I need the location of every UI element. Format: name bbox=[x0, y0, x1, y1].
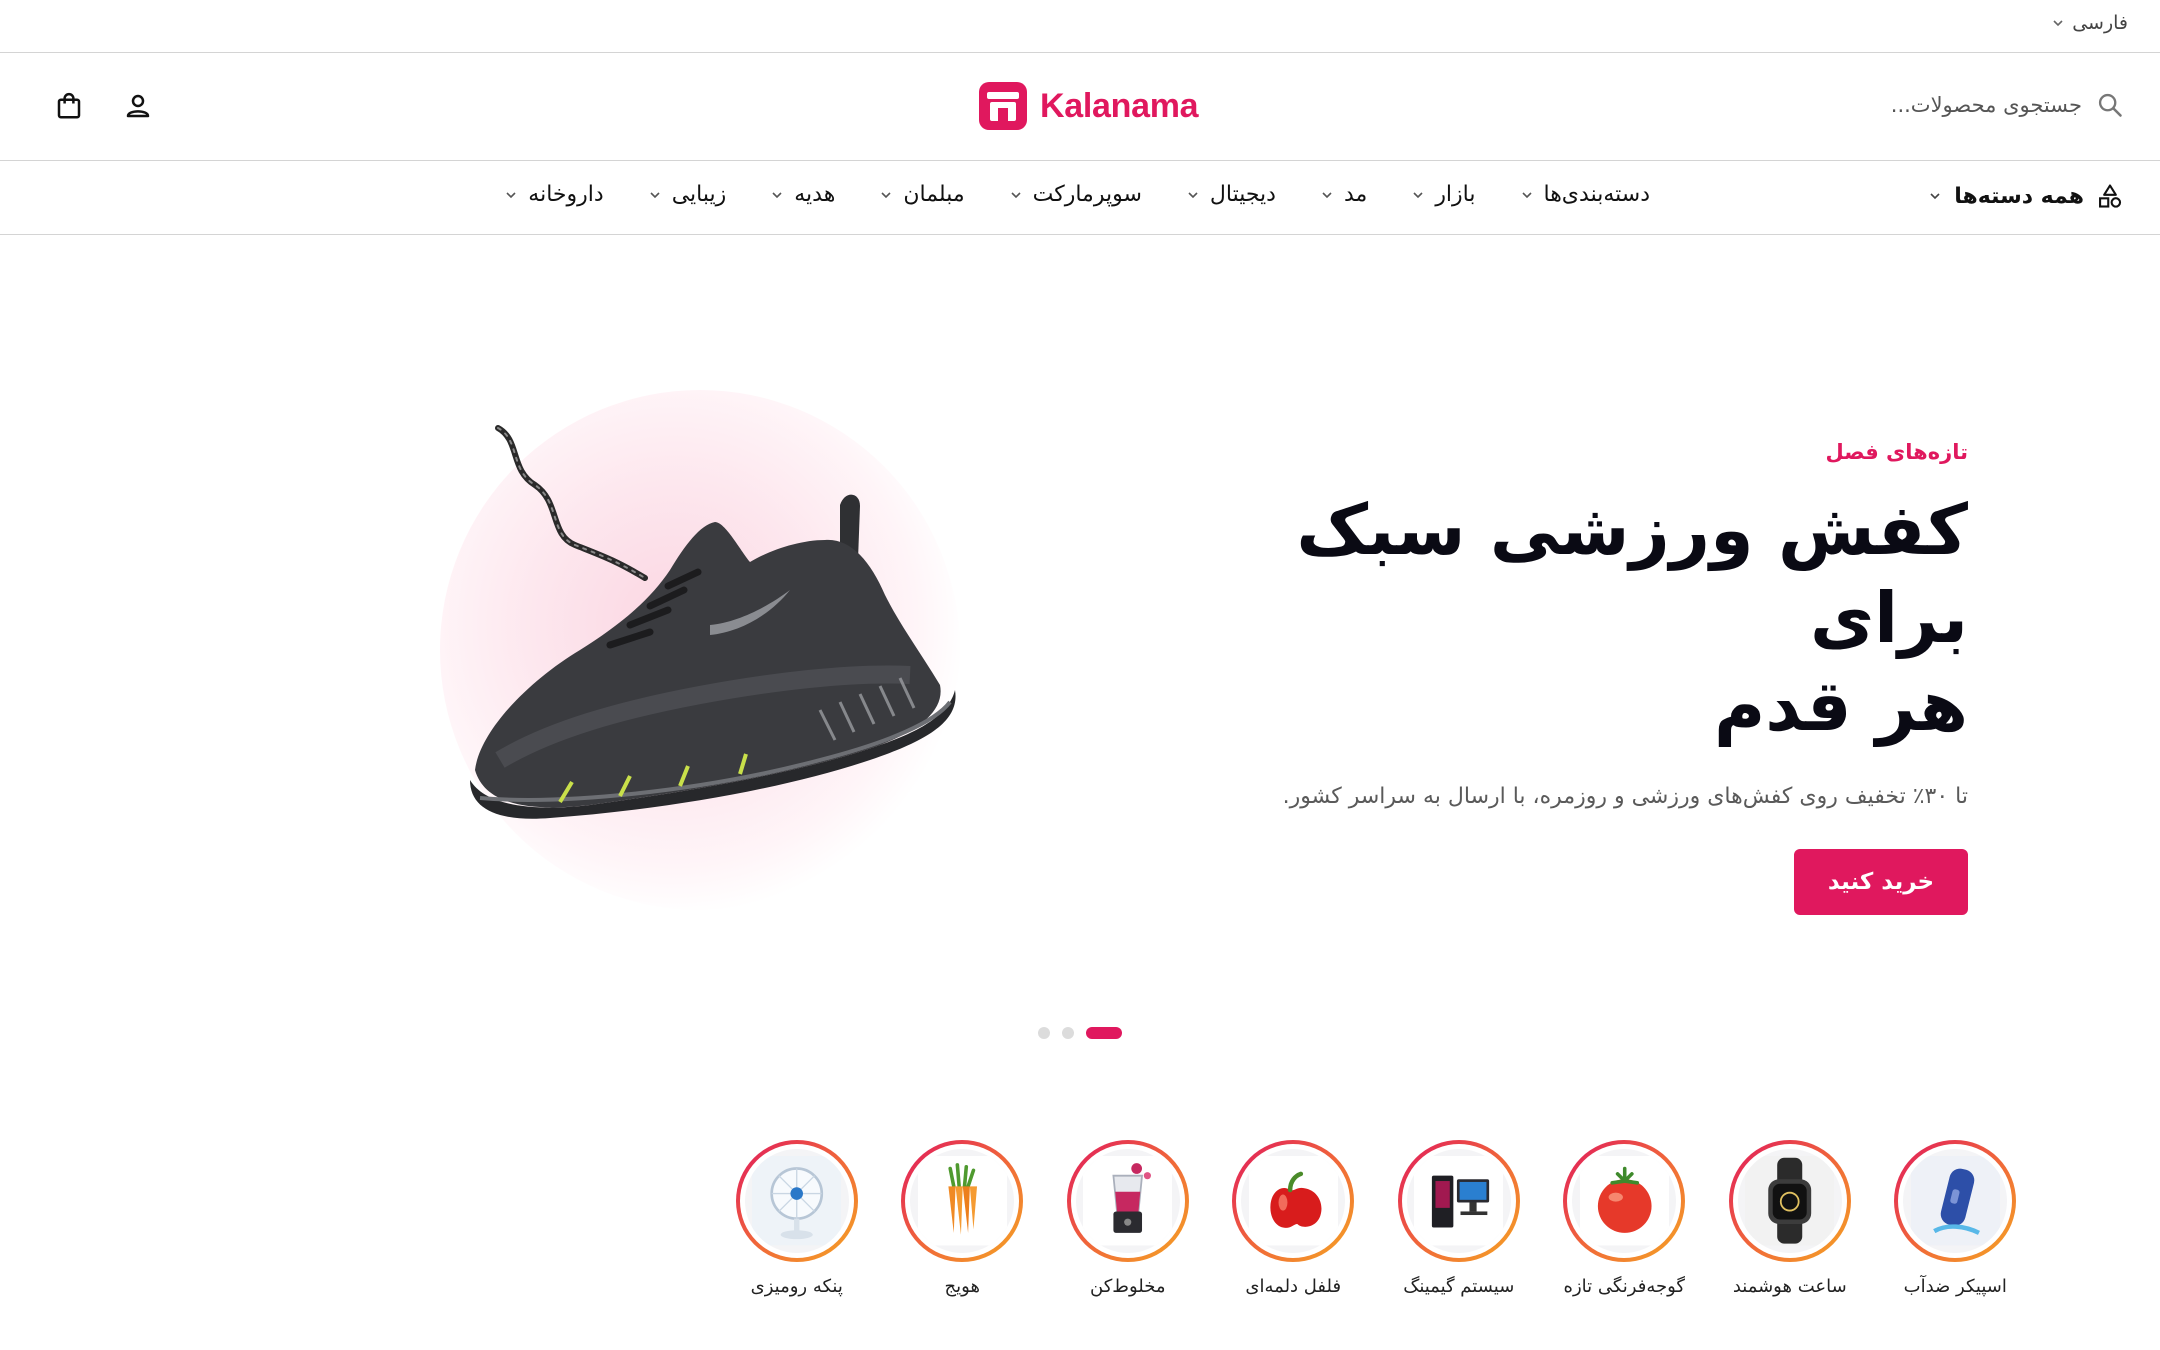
hero-eyebrow: تازه‌های فصل bbox=[1825, 440, 1968, 464]
nav-item-fashion[interactable]: مد bbox=[1320, 182, 1367, 207]
search-input[interactable] bbox=[1882, 93, 2082, 117]
story-item[interactable]: فلفل دلمه‌ای bbox=[1231, 1140, 1357, 1297]
nav-item-label: سوپرمارکت bbox=[1032, 182, 1142, 207]
nav-item-bazaar[interactable]: بازار bbox=[1411, 182, 1476, 207]
chevron-down-icon bbox=[2053, 20, 2063, 27]
carousel-dot-3[interactable] bbox=[1038, 1027, 1050, 1039]
shop-now-button[interactable]: خرید کنید bbox=[1794, 849, 1968, 915]
story-label: هویج bbox=[944, 1276, 980, 1297]
story-ring bbox=[1066, 1140, 1189, 1262]
tomato-icon bbox=[1579, 1156, 1669, 1246]
chevron-down-icon bbox=[881, 191, 891, 198]
all-categories-label: همه دسته‌ها bbox=[1954, 183, 2084, 209]
sneaker-image[interactable] bbox=[440, 410, 980, 850]
story-ring bbox=[1397, 1140, 1520, 1262]
hero-title-line2: هر قدم bbox=[1713, 665, 1968, 747]
store-logo-icon bbox=[979, 82, 1027, 130]
story-item[interactable]: پنکه رومیزی bbox=[734, 1140, 860, 1297]
story-item[interactable]: هویج bbox=[900, 1140, 1026, 1297]
nav-item-beauty[interactable]: زیبایی bbox=[648, 182, 727, 207]
story-ring bbox=[1728, 1140, 1851, 1262]
category-nav: همه دسته‌ها دسته‌بندی‌ها بازار مد دیجیتا… bbox=[0, 161, 2160, 235]
story-ring bbox=[1563, 1140, 1686, 1262]
hero-subtitle: تا ۳۰٪ تخفیف روی کفش‌های ورزشی و روزمره،… bbox=[1282, 784, 1968, 809]
chevron-down-icon bbox=[650, 191, 660, 198]
story-ring bbox=[901, 1140, 1024, 1262]
search-icon[interactable] bbox=[2096, 91, 2124, 119]
story-label: اسپیکر ضدآب bbox=[1903, 1276, 2007, 1297]
chevron-down-icon bbox=[1011, 191, 1021, 198]
nav-item-label: داروخانه bbox=[528, 182, 604, 207]
story-categories: اسپیکر ضدآب ساعت هوشمند گوجه‌فرنگی تازه … bbox=[734, 1140, 2018, 1297]
story-item[interactable]: مخلوط‌کن bbox=[1065, 1140, 1191, 1297]
carousel-dots bbox=[1038, 1027, 1122, 1039]
story-label: فلفل دلمه‌ای bbox=[1245, 1276, 1342, 1297]
nav-item-label: زیبایی bbox=[671, 182, 727, 207]
story-label: گوجه‌فرنگی تازه bbox=[1563, 1276, 1685, 1297]
story-ring bbox=[1894, 1140, 2017, 1262]
desk-fan-icon bbox=[752, 1156, 842, 1246]
nav-item-label: دسته‌بندی‌ها bbox=[1543, 182, 1651, 207]
user-button[interactable] bbox=[121, 89, 155, 123]
hero-title-line1: کفش ورزشی سبک برای bbox=[1296, 489, 1968, 659]
logo[interactable]: Kalanama bbox=[978, 81, 1199, 131]
user-icon bbox=[126, 94, 150, 118]
hero-title: کفش ورزشی سبک برای هر قدم bbox=[1208, 486, 1968, 750]
story-item[interactable]: اسپیکر ضدآب bbox=[1893, 1140, 2019, 1297]
nav-item-digital[interactable]: دیجیتال bbox=[1186, 182, 1276, 207]
chevron-down-icon bbox=[1930, 193, 1940, 200]
all-categories-button[interactable]: همه دسته‌ها bbox=[1928, 182, 2124, 210]
nav-menu: دسته‌بندی‌ها بازار مد دیجیتال سوپرمارکت … bbox=[504, 182, 1650, 207]
nav-item-label: دیجیتال bbox=[1209, 182, 1276, 207]
header: Kalanama bbox=[0, 53, 2160, 161]
nav-item-gift[interactable]: هدیه bbox=[770, 182, 835, 207]
language-label: فارسی bbox=[2072, 12, 2128, 34]
story-ring bbox=[735, 1140, 858, 1262]
chevron-down-icon bbox=[506, 191, 516, 198]
blender-icon bbox=[1083, 1156, 1173, 1246]
story-item[interactable]: گوجه‌فرنگی تازه bbox=[1562, 1140, 1688, 1297]
story-label: سیستم گیمینگ bbox=[1403, 1276, 1515, 1297]
language-selector[interactable]: فارسی bbox=[2052, 12, 2128, 34]
story-item[interactable]: سیستم گیمینگ bbox=[1396, 1140, 1522, 1297]
nav-item-supermarket[interactable]: سوپرمارکت bbox=[1009, 182, 1142, 207]
top-bar: فارسی bbox=[0, 0, 2160, 53]
story-label: ساعت هوشمند bbox=[1732, 1276, 1847, 1297]
bell-pepper-icon bbox=[1248, 1156, 1338, 1246]
carrot-icon bbox=[917, 1156, 1007, 1246]
logo-text: Kalanama bbox=[1040, 86, 1199, 125]
story-label: پنکه رومیزی bbox=[750, 1276, 843, 1297]
chevron-down-icon bbox=[1413, 191, 1423, 198]
nav-item-categories[interactable]: دسته‌بندی‌ها bbox=[1520, 182, 1651, 207]
speaker-icon bbox=[1910, 1156, 2000, 1246]
carousel-dot-1[interactable] bbox=[1086, 1027, 1122, 1039]
nav-item-label: مبلمان bbox=[903, 182, 965, 207]
nav-item-pharmacy[interactable]: داروخانه bbox=[504, 182, 604, 207]
nav-item-label: بازار bbox=[1435, 182, 1476, 207]
chevron-down-icon bbox=[1188, 191, 1198, 198]
carousel-dot-2[interactable] bbox=[1062, 1027, 1074, 1039]
gaming-pc-icon bbox=[1414, 1156, 1504, 1246]
nav-item-label: مد bbox=[1343, 182, 1368, 207]
chevron-down-icon bbox=[1521, 191, 1532, 198]
shopping-bag-icon bbox=[57, 92, 81, 119]
story-ring bbox=[1232, 1140, 1355, 1262]
story-item[interactable]: ساعت هوشمند bbox=[1727, 1140, 1853, 1297]
cart-button[interactable] bbox=[52, 89, 86, 123]
search-bar bbox=[1882, 91, 2124, 119]
nav-item-furniture[interactable]: مبلمان bbox=[879, 182, 965, 207]
chevron-down-icon bbox=[772, 191, 782, 198]
hero-content: تازه‌های فصل کفش ورزشی سبک برای هر قدم ت… bbox=[1208, 440, 1968, 915]
chevron-down-icon bbox=[1322, 191, 1332, 198]
nav-item-label: هدیه bbox=[794, 182, 836, 207]
story-label: مخلوط‌کن bbox=[1090, 1276, 1166, 1297]
smartwatch-icon bbox=[1745, 1156, 1835, 1246]
shapes-icon bbox=[2099, 184, 2122, 208]
